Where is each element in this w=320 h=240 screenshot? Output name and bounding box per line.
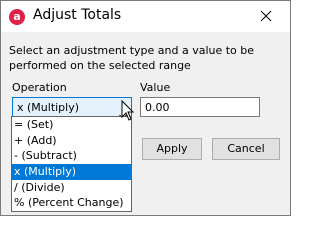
value-input[interactable]: 0.00 xyxy=(140,97,260,117)
operation-dropdown-list: = (Set) + (Add) - (Subtract) x (Multiply… xyxy=(11,116,132,212)
option-set[interactable]: = (Set) xyxy=(12,117,131,133)
option-divide[interactable]: / (Divide) xyxy=(12,180,131,196)
close-icon[interactable] xyxy=(255,6,277,26)
dialog-title: Adjust Totals xyxy=(33,7,122,23)
option-multiply[interactable]: x (Multiply) xyxy=(12,164,131,180)
operation-label: Operation xyxy=(12,81,67,94)
mouse-pointer-icon xyxy=(121,99,135,126)
option-percent-change[interactable]: % (Percent Change) xyxy=(12,195,131,211)
instructions-text: Select an adjustment type and a value to… xyxy=(9,44,255,72)
option-add[interactable]: + (Add) xyxy=(12,133,131,149)
operation-combobox[interactable]: x (Multiply) xyxy=(12,97,132,120)
value-label: Value xyxy=(140,81,171,94)
apply-button[interactable]: Apply xyxy=(142,138,202,160)
title-bar[interactable]: a Adjust Totals xyxy=(1,1,290,32)
app-logo-icon: a xyxy=(9,9,25,25)
option-subtract[interactable]: - (Subtract) xyxy=(12,148,131,164)
value-input-text: 0.00 xyxy=(145,101,170,114)
cancel-button[interactable]: Cancel xyxy=(212,138,280,160)
operation-selected-value: x (Multiply) xyxy=(17,101,80,114)
